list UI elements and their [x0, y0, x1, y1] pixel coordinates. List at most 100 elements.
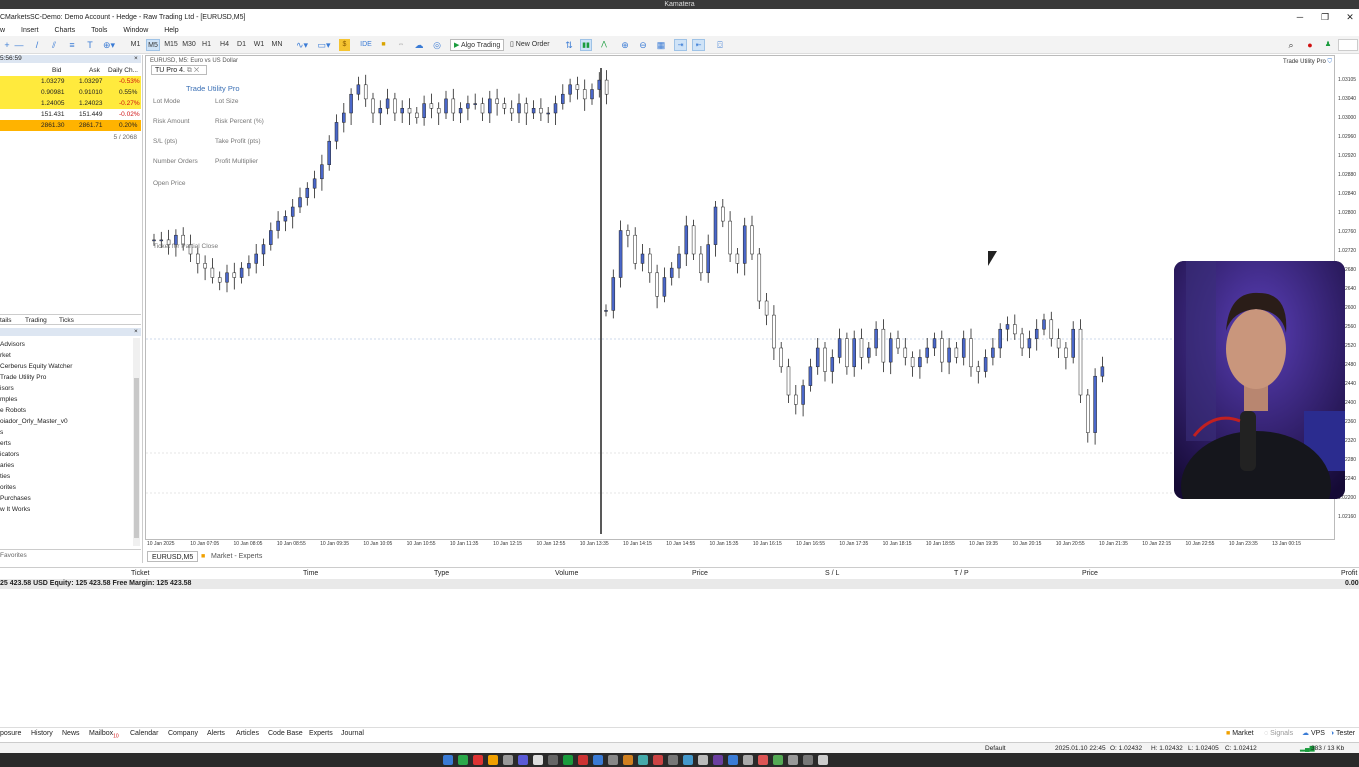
notifications-icon[interactable]: ●: [1304, 39, 1316, 51]
tab-experts[interactable]: Experts: [309, 728, 333, 739]
market-watch-row[interactable]: 0.90981 0.91010 0.55%: [0, 87, 141, 98]
scrollbar-thumb[interactable]: [134, 378, 139, 538]
navigator-item[interactable]: s: [0, 427, 3, 438]
shift-icon[interactable]: ⇔: [395, 39, 407, 51]
risk-amount-label[interactable]: Risk Amount: [153, 118, 190, 125]
ide-button[interactable]: IDE: [359, 39, 373, 51]
close-button[interactable]: ✕: [1338, 9, 1359, 26]
text-icon[interactable]: T: [85, 39, 95, 51]
signals-link[interactable]: ◌ Signals: [1264, 728, 1293, 739]
col-profit[interactable]: Profit: [1341, 568, 1357, 579]
tf-m1[interactable]: M1: [129, 39, 142, 51]
col-time[interactable]: Time: [303, 568, 318, 579]
tab-history[interactable]: History: [31, 728, 53, 739]
dock-app-icon[interactable]: [488, 755, 498, 765]
market-link[interactable]: ■ Market: [1226, 728, 1254, 739]
account-icon[interactable]: ♟: [1322, 39, 1334, 51]
navigator-item[interactable]: erts: [0, 438, 11, 449]
autoscroll-icon[interactable]: ⇥: [674, 39, 687, 51]
navigator-item[interactable]: rket: [0, 350, 11, 361]
zoom-in-icon[interactable]: ⊕: [619, 39, 631, 51]
dock-app-icon[interactable]: [713, 755, 723, 765]
shapes-icon[interactable]: ⊕▾: [101, 39, 117, 51]
col-tp[interactable]: T / P: [954, 568, 969, 579]
tab-articles[interactable]: Articles: [236, 728, 259, 739]
tf-m5[interactable]: M5: [146, 39, 160, 51]
vps-link[interactable]: ☁ VPS: [1302, 728, 1325, 739]
minimize-button[interactable]: ─: [1288, 9, 1312, 26]
tab-details[interactable]: tails: [0, 315, 12, 326]
indicators-icon[interactable]: ∿▾: [292, 39, 312, 51]
profit-multiplier-label[interactable]: Profit Multiplier: [215, 158, 258, 165]
open-price-label[interactable]: Open Price: [153, 180, 186, 187]
navigator-item[interactable]: mples: [0, 394, 17, 405]
close-icon[interactable]: ×: [134, 328, 138, 336]
fibonacci-icon[interactable]: ≡: [67, 39, 77, 51]
dock-app-icon[interactable]: [758, 755, 768, 765]
close-icon[interactable]: ×: [134, 55, 138, 63]
zoom-out-icon[interactable]: ⊖: [637, 39, 649, 51]
tab-mailbox[interactable]: Mailbox10: [89, 728, 119, 742]
lot-mode-label[interactable]: Lot Mode: [153, 98, 180, 105]
navigator-item[interactable]: Advisors: [0, 339, 25, 350]
dock-app-icon[interactable]: [698, 755, 708, 765]
dollar-icon[interactable]: $: [339, 39, 350, 51]
crosshair-icon[interactable]: +: [2, 39, 12, 51]
navigator-item[interactable]: orites: [0, 482, 16, 493]
menu-window[interactable]: Window: [123, 26, 148, 36]
pin-icon[interactable]: ⧉ ✕: [187, 67, 199, 74]
market-icon[interactable]: ◎: [431, 39, 443, 51]
signals-icon[interactable]: ☁: [413, 39, 425, 51]
tab-exposure[interactable]: posure: [0, 728, 21, 739]
grid-icon[interactable]: ▦: [655, 39, 667, 51]
dock-app-icon[interactable]: [518, 755, 528, 765]
dock-app-icon[interactable]: [533, 755, 543, 765]
menu-view[interactable]: w: [0, 26, 5, 36]
dock-app-icon[interactable]: [578, 755, 588, 765]
col-ask[interactable]: Ask: [89, 65, 100, 76]
col-price[interactable]: Price: [692, 568, 708, 579]
account-menu[interactable]: [1338, 39, 1358, 51]
dock-app-icon[interactable]: [743, 755, 753, 765]
chart-area[interactable]: EURUSD, M5: Euro vs US Dollar TU Pro 4. …: [145, 55, 1336, 540]
tab-alerts[interactable]: Alerts: [207, 728, 225, 739]
tab-trading[interactable]: Trading: [25, 315, 47, 326]
col-ticket[interactable]: Ticket: [131, 568, 149, 579]
dock-app-icon[interactable]: [683, 755, 693, 765]
dock-app-icon[interactable]: [668, 755, 678, 765]
stop-loss-label[interactable]: S/L (pts): [153, 138, 177, 145]
navigator-item[interactable]: Purchases: [0, 493, 31, 504]
col-volume[interactable]: Volume: [555, 568, 578, 579]
screenshot-icon[interactable]: ⌼: [714, 39, 726, 51]
navigator-item[interactable]: w It Works: [0, 504, 30, 515]
navigator-item[interactable]: Trade Utility Pro: [0, 372, 46, 383]
take-profit-label[interactable]: Take Profit (pts): [215, 138, 261, 145]
navigator-item[interactable]: ties: [0, 471, 10, 482]
dock-app-icon[interactable]: [788, 755, 798, 765]
tf-m30[interactable]: M30: [181, 39, 197, 51]
navigator-item[interactable]: oiador_Orly_Master_v0: [0, 416, 68, 427]
col-bid[interactable]: Bid: [52, 65, 61, 76]
dock-app-icon[interactable]: [593, 755, 603, 765]
algo-trading-button[interactable]: ▶ Algo Trading: [450, 39, 504, 51]
dock-app-icon[interactable]: [503, 755, 513, 765]
navigator-item[interactable]: icators: [0, 449, 19, 460]
indicator-tag[interactable]: TU Pro 4. ⧉ ✕: [151, 65, 207, 75]
dock-app-icon[interactable]: [443, 755, 453, 765]
tab-ticks[interactable]: Ticks: [59, 315, 74, 326]
tab-favorites[interactable]: Favorites: [0, 549, 141, 560]
dock-app-icon[interactable]: [458, 755, 468, 765]
channel-icon[interactable]: ⫽: [49, 39, 59, 51]
ticket-partial-label[interactable]: Ticket for Partial Close: [153, 243, 218, 250]
tf-h4[interactable]: H4: [218, 39, 231, 51]
dock-app-icon[interactable]: [548, 755, 558, 765]
market-watch-row[interactable]: 2861.30 2861.71 0.20%: [0, 120, 141, 131]
navigator-item[interactable]: aries: [0, 460, 14, 471]
trendline-icon[interactable]: /: [32, 39, 42, 51]
chart-shift-icon[interactable]: ⇤: [692, 39, 705, 51]
tab-news[interactable]: News: [62, 728, 80, 739]
hline-icon[interactable]: —: [14, 39, 24, 51]
navigator-item[interactable]: isors: [0, 383, 14, 394]
menu-insert[interactable]: Insert: [21, 26, 39, 36]
col-sl[interactable]: S / L: [825, 568, 839, 579]
